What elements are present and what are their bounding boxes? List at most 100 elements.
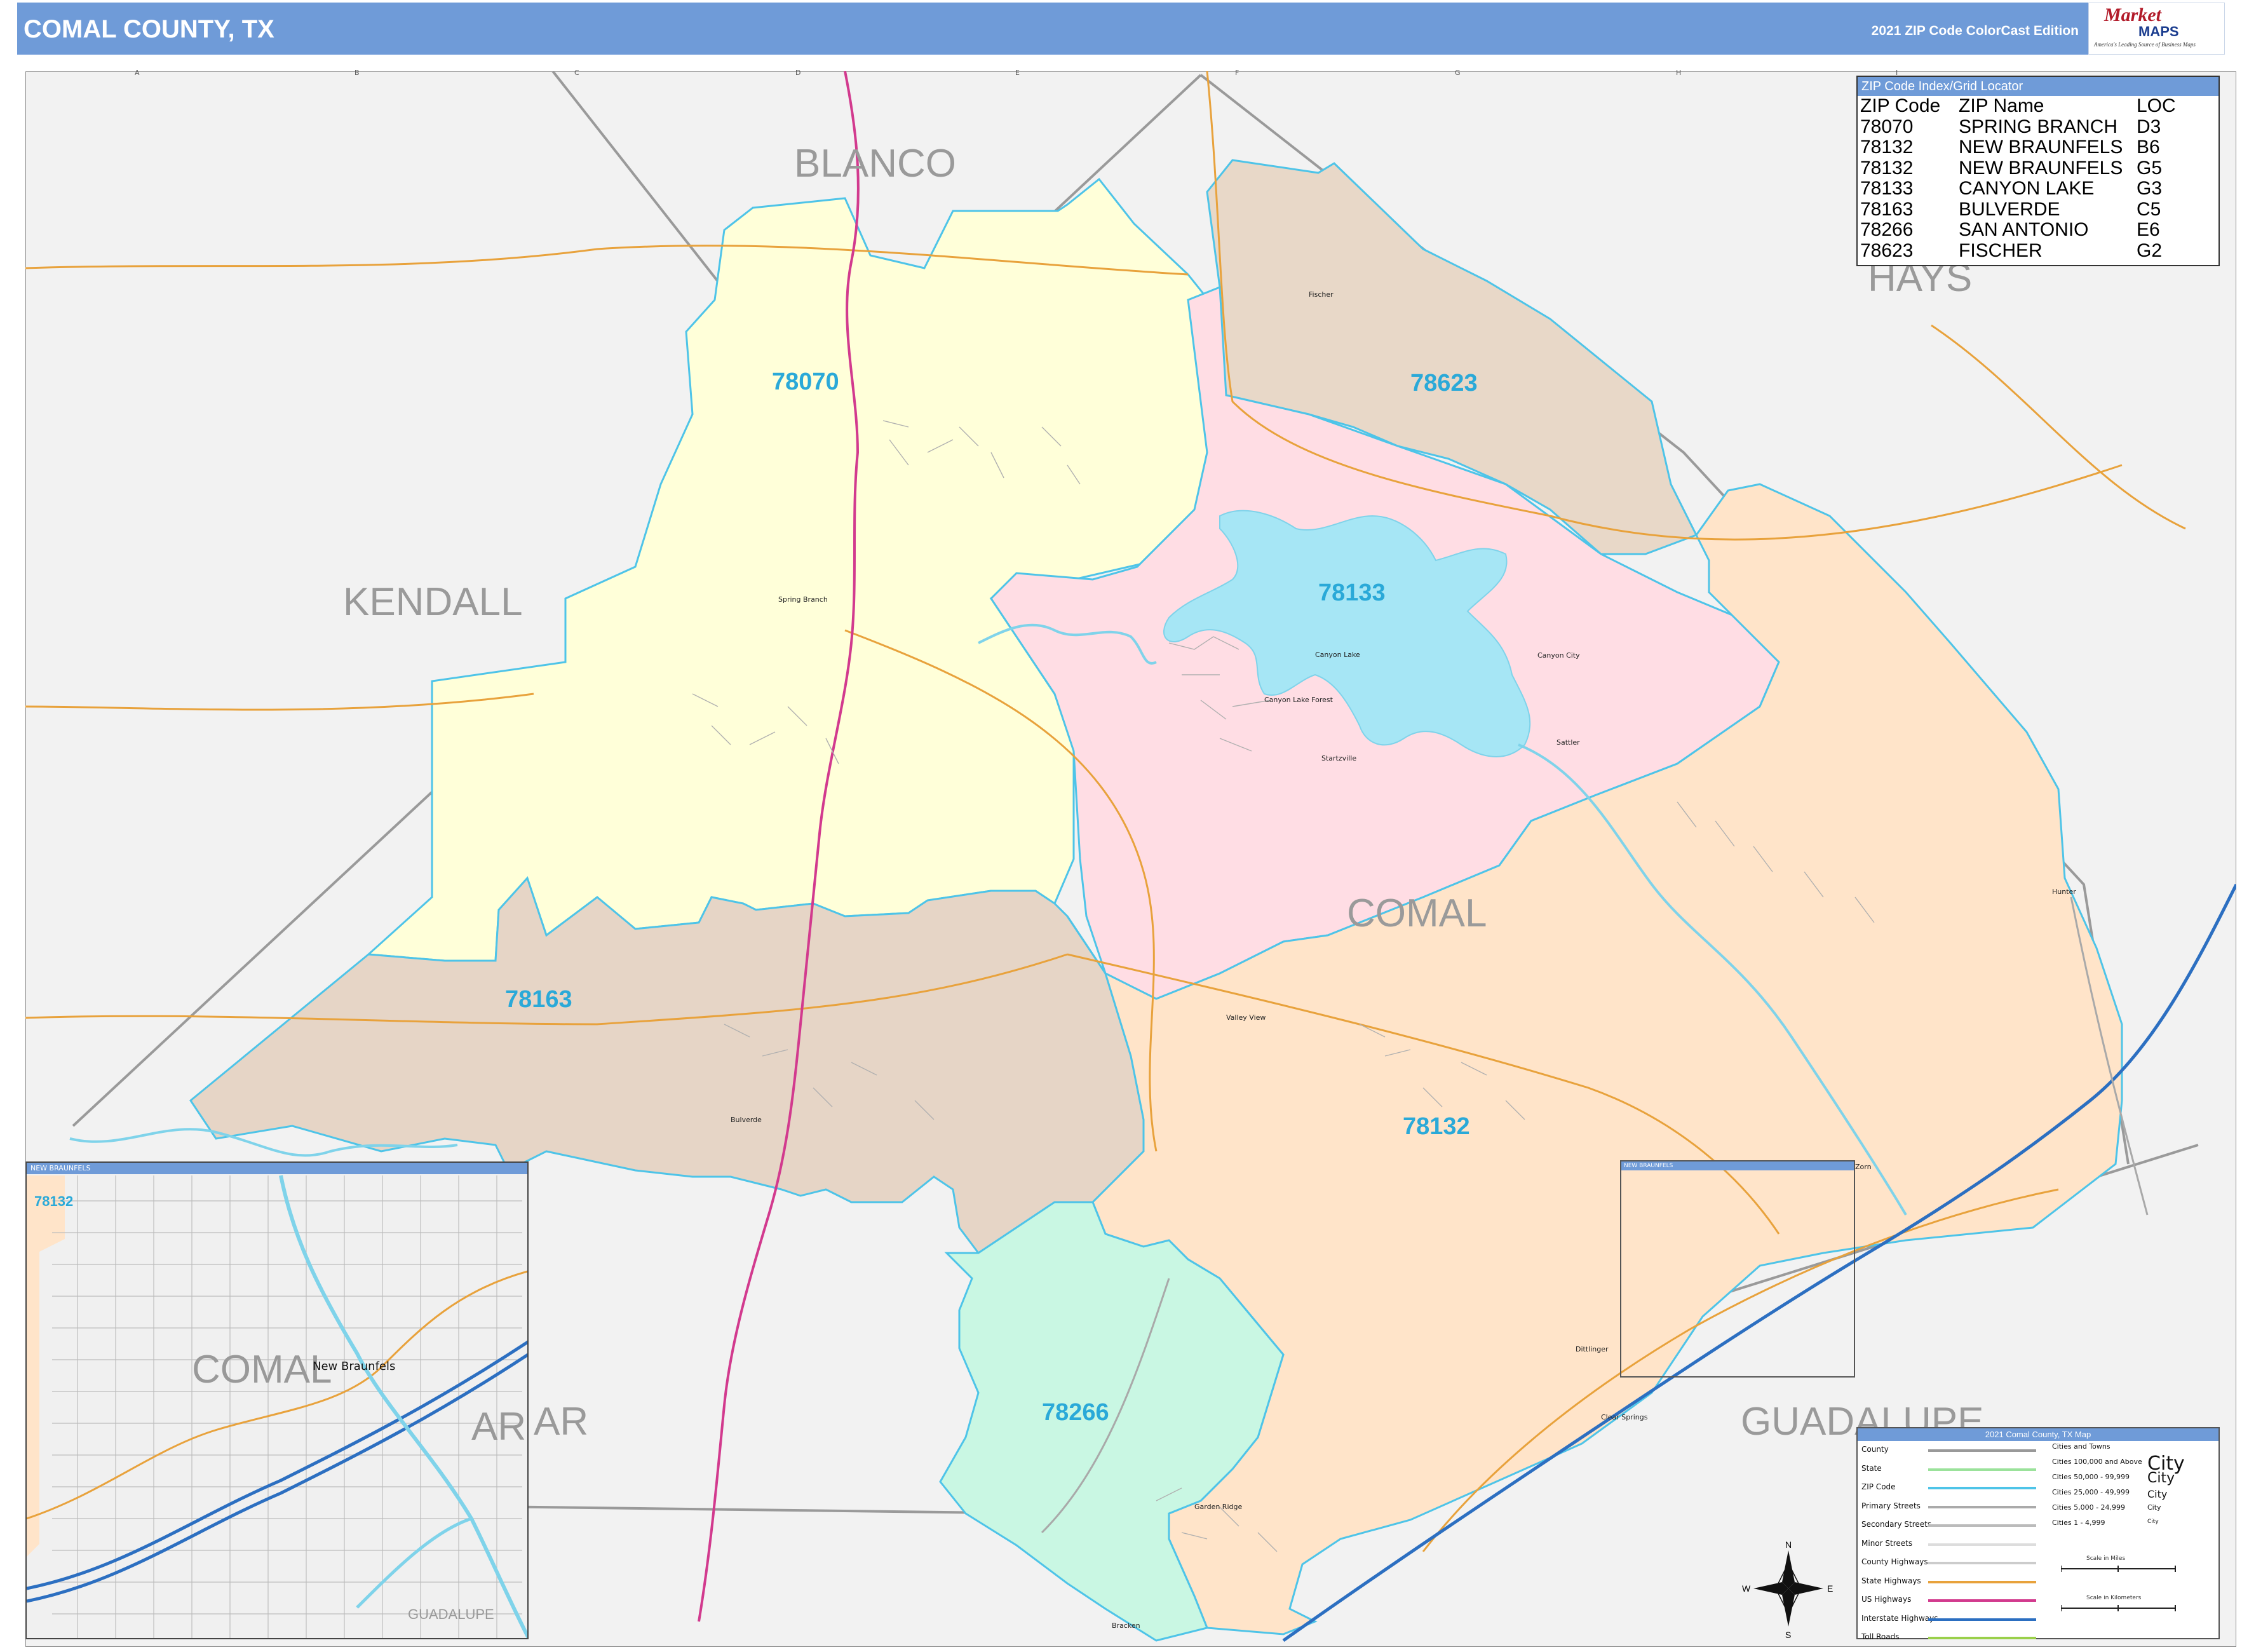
legend-lines: County State ZIP Code Primary Streets Se… [1861,1445,2052,1651]
cell-loc: D3 [2137,116,2161,137]
place-fischer: Fischer [1309,290,1334,299]
table-row: 78133 CANYON LAKE G3 [1858,179,2218,200]
legend-item: State [1861,1464,2052,1483]
legend-label: State [1861,1463,1882,1473]
inset-county-label: COMAL [192,1348,332,1391]
place-clear-springs: Clear Springs [1601,1413,1648,1421]
grid-col-c: C [574,69,579,77]
cell-name: BULVERDE [1959,198,2060,220]
city-range: Cities 100,000 and Above [2052,1458,2142,1466]
cell-name: CANYON LAKE [1959,178,2095,199]
legend-swatch [1928,1487,2036,1489]
map-legend: 2021 Comal County, TX Map County State Z… [1856,1427,2220,1641]
city-sample: City [2147,1519,2159,1525]
cell-name: SPRING BRANCH [1959,116,2118,137]
cell-zip: 78132 [1860,157,1914,179]
compass-s: S [1785,1630,1791,1639]
county-label-blanco: BLANCO [794,142,956,186]
city-range: Cities 1 - 4,999 [2052,1519,2105,1527]
legend-swatch [1928,1543,2036,1546]
cell-zip: 78133 [1860,178,1914,199]
table-row: 78132 NEW BRAUNFELS G5 [1858,158,2218,179]
legend-swatch [1928,1580,2036,1583]
cell-loc: C5 [2137,198,2161,220]
grid-col-f: F [1235,69,1239,77]
place-bulverde: Bulverde [731,1116,762,1124]
cell-zip: 78623 [1860,240,1914,261]
table-row: 78070 SPRING BRANCH D3 [1858,116,2218,138]
city-range: Cities 50,000 - 99,999 [2052,1473,2130,1481]
legend-item: Minor Streets [1861,1539,2052,1558]
cell-name: FISCHER [1959,240,2043,261]
legend-item: State Highways [1861,1576,2052,1595]
cell-zip: 78132 [1860,137,1914,158]
grid-col-d: D [795,69,801,77]
cell-zip: 78163 [1860,198,1914,220]
county-label-comal: COMAL [1347,891,1487,935]
legend-label: Interstate Highways [1861,1613,1938,1623]
legend-swatch [1928,1505,2036,1508]
compass-w: W [1742,1583,1751,1594]
city-sample: City [2147,1488,2168,1500]
logo-brand-b: MAPS [2138,24,2179,39]
legend-label: State Highways [1861,1576,1921,1585]
legend-swatch [1928,1449,2036,1452]
place-dittlinger: Dittlinger [1576,1345,1609,1353]
place-canyon-lake: Canyon Lake [1315,651,1360,659]
cell-loc: G5 [2137,157,2163,179]
zip-label-78623: 78623 [1410,370,1478,396]
legend-city-row: Cities 100,000 and Above City [2052,1452,2217,1475]
zip-label-78133: 78133 [1318,579,1386,606]
zip-label-78132: 78132 [1403,1113,1470,1140]
legend-swatch [1928,1524,2036,1527]
city-sample: City [2147,1503,2161,1512]
compass-rose-icon: N S E W [1742,1540,1833,1639]
legend-item: Interstate Highways [1861,1614,2052,1633]
place-canyon-lake-forest: Canyon Lake Forest [1264,696,1333,704]
inset-svg [27,1163,527,1638]
scale-miles-bar [2061,1566,2176,1572]
legend-cities-header: Cities and Towns [2052,1442,2110,1451]
legend-swatch [1928,1468,2036,1471]
legend-city-row: Cities 5,000 - 24,999 City [2052,1503,2217,1519]
legend-label: Primary Streets [1861,1501,1921,1510]
legend-swatch [1928,1599,2036,1602]
place-startzville: Startzville [1321,754,1357,762]
place-canyon-city: Canyon City [1537,651,1580,660]
legend-item: Toll Roads [1861,1632,2052,1651]
place-hunter: Hunter [2052,888,2076,896]
cell-name: SAN ANTONIO [1959,219,2089,240]
cell-loc: G2 [2137,240,2163,261]
cell-name: NEW BRAUNFELS [1959,137,2123,158]
legend-item: ZIP Code [1861,1482,2052,1501]
legend-swatch [1928,1562,2036,1564]
legend-item: County [1861,1445,2052,1464]
zip-label-78266: 78266 [1042,1399,1109,1426]
logo-tagline: America's Leading Source of Business Map… [2094,41,2196,48]
table-row: 78623 FISCHER G2 [1858,240,2218,262]
cell-loc: B6 [2137,137,2160,158]
legend-item: County Highways [1861,1557,2052,1576]
place-sattler: Sattler [1557,738,1580,747]
legend-label: Minor Streets [1861,1538,1913,1548]
county-label-kendall: KENDALL [343,580,523,624]
inset-county2-label: GUADALUPE [408,1606,494,1622]
edition-label: 2021 ZIP Code ColorCast Edition [1871,24,2079,38]
locator-header: NEW BRAUNFELS [1621,1161,1854,1170]
grid-col-h: H [1676,69,1682,77]
zip-index-column-headers: ZIP Code ZIP Name LOC [1858,96,2218,117]
legend-label: County Highways [1861,1557,1928,1566]
zip-index-table: ZIP Code Index/Grid Locator ZIP Code ZIP… [1856,76,2220,266]
zip-label-78070: 78070 [772,369,839,395]
zip-label-78163: 78163 [505,986,572,1013]
cell-zip: 78266 [1860,219,1914,240]
col-loc: LOC [2137,95,2176,116]
cell-loc: G3 [2137,178,2163,199]
legend-header: 2021 Comal County, TX Map [1858,1428,2218,1441]
scale-miles-label: Scale in Miles [2086,1555,2126,1562]
cell-name: NEW BRAUNFELS [1959,157,2123,179]
compass-e: E [1827,1583,1833,1594]
logo-brand-a: Market [2104,4,2161,25]
legend-city-row: Cities 25,000 - 49,999 City [2052,1488,2217,1503]
inset-locator-box: NEW BRAUNFELS [1620,1160,1855,1378]
